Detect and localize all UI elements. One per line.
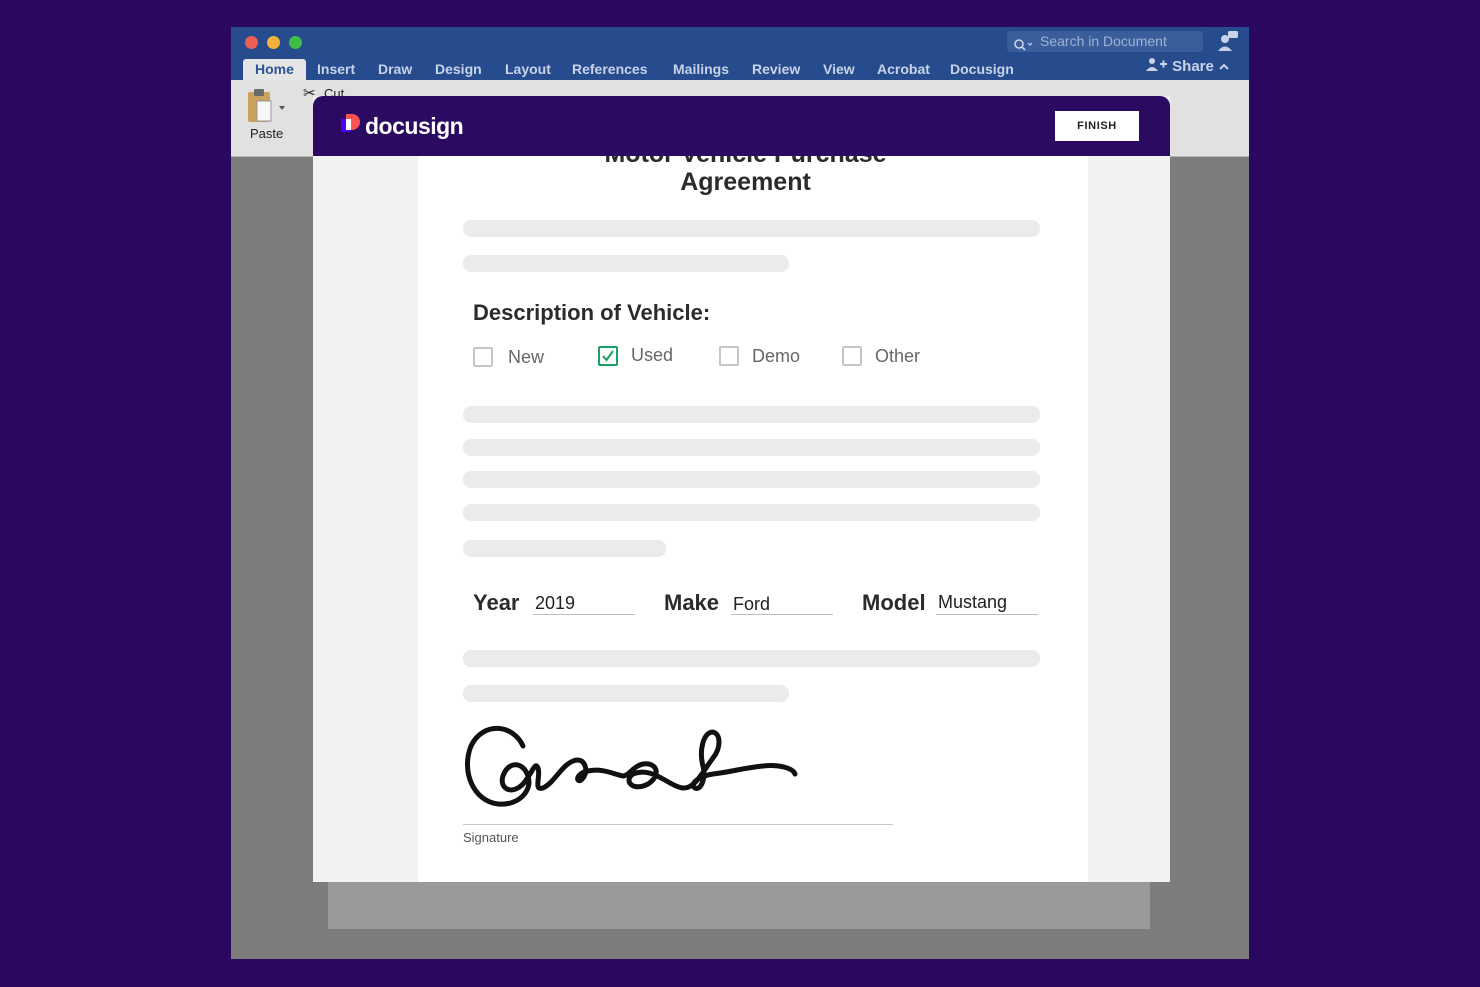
tab-layout[interactable]: Layout — [505, 59, 551, 80]
tab-view[interactable]: View — [823, 59, 855, 80]
checkbox-new-label: New — [508, 347, 545, 367]
maximize-window-button[interactable] — [289, 36, 302, 49]
checkbox-demo[interactable] — [719, 346, 739, 366]
checkbox-used-label: Used — [631, 345, 674, 365]
text-placeholder — [463, 685, 789, 702]
checkbox-demo-label: Demo — [752, 346, 801, 366]
make-label: Make — [664, 590, 720, 615]
search-input[interactable]: Search in Document — [1007, 31, 1203, 52]
year-field[interactable]: 2019 — [535, 593, 575, 614]
docusign-modal: docusign FINISH Motor Vehicle Purchase A… — [313, 96, 1170, 882]
close-window-button[interactable] — [245, 36, 258, 49]
minimize-window-button[interactable] — [267, 36, 280, 49]
make-underline — [731, 614, 833, 615]
word-titlebar: Search in Document Home Insert Draw Desi… — [231, 27, 1249, 80]
checkbox-used[interactable] — [598, 346, 618, 366]
model-field[interactable]: Mustang — [938, 592, 1007, 613]
search-placeholder: Search in Document — [1040, 33, 1167, 49]
add-person-icon — [1146, 58, 1172, 75]
text-placeholder — [463, 255, 789, 272]
text-placeholder — [463, 439, 1040, 456]
finish-button[interactable]: FINISH — [1055, 111, 1139, 141]
tab-acrobat[interactable]: Acrobat — [877, 59, 930, 80]
checkbox-new[interactable] — [473, 347, 493, 367]
clipboard-icon[interactable] — [245, 86, 285, 131]
share-button[interactable]: Share — [1146, 57, 1230, 75]
docusign-logo-icon — [341, 114, 361, 139]
search-icon — [1014, 36, 1034, 57]
text-placeholder — [463, 406, 1040, 423]
model-label: Model — [862, 590, 926, 615]
document-title-line2: Agreement — [680, 168, 811, 196]
feedback-icon[interactable] — [1217, 30, 1239, 57]
tab-docusign[interactable]: Docusign — [950, 59, 1014, 80]
agreement-document: Motor Vehicle Purchase Agreement Descrip… — [418, 156, 1088, 882]
checkbox-other[interactable] — [842, 346, 862, 366]
docusign-brand: docusign — [365, 113, 464, 139]
tab-home[interactable]: Home — [243, 59, 306, 80]
checkbox-other-label: Other — [875, 346, 921, 366]
signature-label: Signature — [463, 830, 519, 845]
paste-label[interactable]: Paste — [250, 126, 283, 141]
tab-references[interactable]: References — [572, 59, 648, 80]
signature-line — [463, 824, 893, 825]
text-placeholder — [463, 504, 1040, 521]
chevron-up-icon — [1218, 58, 1230, 75]
share-label: Share — [1172, 58, 1214, 75]
tab-review[interactable]: Review — [752, 59, 800, 80]
tab-draw[interactable]: Draw — [378, 59, 412, 80]
year-underline — [533, 614, 635, 615]
tab-design[interactable]: Design — [435, 59, 482, 80]
handwritten-signature[interactable] — [463, 716, 798, 821]
tab-mailings[interactable]: Mailings — [673, 59, 729, 80]
tab-insert[interactable]: Insert — [317, 59, 355, 80]
model-underline — [936, 614, 1038, 615]
text-placeholder — [463, 540, 666, 557]
text-placeholder — [463, 650, 1040, 667]
year-label: Year — [473, 590, 520, 615]
text-placeholder — [463, 471, 1040, 488]
make-field[interactable]: Ford — [733, 594, 770, 615]
text-placeholder — [463, 220, 1040, 237]
description-heading: Description of Vehicle: — [473, 300, 711, 325]
docusign-header: docusign FINISH — [313, 96, 1170, 156]
